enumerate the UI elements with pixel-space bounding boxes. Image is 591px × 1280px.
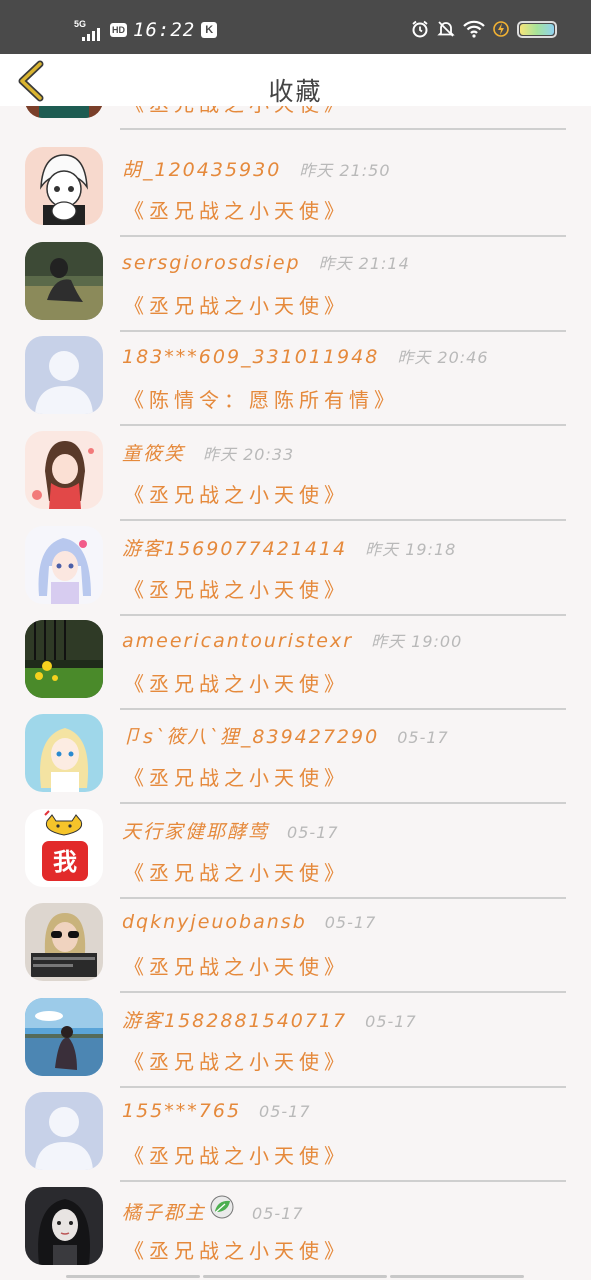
list-item[interactable]: 胡_120435930 昨天 21:50 《丞兄战之小天使》	[0, 147, 591, 241]
book-title[interactable]: 《丞兄战之小天使》	[124, 195, 349, 224]
app-header: 收藏	[0, 54, 591, 106]
divider	[120, 1180, 566, 1182]
user-name: 155***765	[122, 1100, 242, 1122]
avatar[interactable]	[25, 903, 103, 981]
favorite-time: 昨天 21:50	[299, 161, 391, 180]
favorites-list: 《丞兄战之小天使》 胡_120435930昨天 21:50 《丞兄战之小天使》 …	[0, 106, 591, 1280]
avatar[interactable]: 我	[25, 809, 103, 887]
favorite-time: 05-17	[397, 728, 449, 747]
list-item[interactable]: 183***609_331011948 昨天 20:46 《陈情令：愿陈所有情》	[0, 336, 591, 430]
book-title[interactable]: 《丞兄战之小天使》	[124, 1235, 349, 1264]
list-item[interactable]: dqknyjeuobansb 05-17 《丞兄战之小天使》	[0, 903, 591, 997]
avatar[interactable]	[25, 620, 103, 698]
list-item[interactable]: 卩s`筱八`狸_839427290 05-17 《丞兄战之小天使》	[0, 714, 591, 808]
k-badge: K	[201, 22, 218, 38]
user-name: dqknyjeuobansb	[122, 911, 307, 933]
divider	[120, 708, 566, 710]
user-name: 天行家健耶酵莺	[122, 821, 270, 843]
charging-icon	[493, 21, 509, 37]
alarm-icon	[412, 20, 428, 38]
silent-bell-icon	[437, 21, 455, 37]
favorite-time: 05-17	[259, 1102, 311, 1121]
favorite-time: 昨天 20:46	[397, 348, 489, 367]
avatar[interactable]	[25, 1092, 103, 1170]
user-name: 183***609_331011948	[122, 346, 380, 368]
status-time: 16:22	[133, 19, 196, 41]
favorite-time: 昨天 19:00	[371, 632, 463, 651]
favorite-time: 05-17	[252, 1204, 304, 1223]
user-name: 游客1569077421414	[122, 538, 348, 560]
book-title[interactable]: 《丞兄战之小天使》	[124, 574, 349, 603]
divider	[120, 802, 566, 804]
user-name: 游客1582881540717	[122, 1010, 348, 1032]
user-name: 童筱笑	[122, 443, 186, 465]
divider	[120, 519, 566, 521]
leaf-badge-icon	[210, 1195, 234, 1219]
list-item[interactable]: 155***765 05-17 《丞兄战之小天使》	[0, 1092, 591, 1186]
book-title[interactable]: 《丞兄战之小天使》	[124, 762, 349, 791]
user-name: 橘子郡主	[122, 1202, 207, 1224]
favorite-time: 昨天 20:33	[203, 445, 295, 464]
avatar[interactable]	[25, 147, 103, 225]
book-title[interactable]: 《丞兄战之小天使》	[124, 668, 349, 697]
list-item[interactable]: ameericantouristexr 昨天 19:00 《丞兄战之小天使》	[0, 620, 591, 714]
divider	[120, 1086, 566, 1088]
book-title[interactable]: 《丞兄战之小天使》	[124, 479, 349, 508]
favorite-time: 昨天 21:14	[318, 254, 410, 273]
battery-icon	[517, 20, 557, 38]
avatar[interactable]	[25, 431, 103, 509]
divider	[120, 424, 566, 426]
status-left: 5G HD 16:22 K	[74, 19, 218, 41]
divider	[120, 614, 566, 616]
divider	[120, 235, 566, 237]
user-name: ameericantouristexr	[122, 630, 354, 652]
hd-badge: HD	[110, 23, 127, 37]
user-name: 卩s`筱八`狸_839427290	[122, 726, 380, 748]
book-title[interactable]: 《陈情令：愿陈所有情》	[124, 384, 399, 413]
user-name: 胡_120435930	[122, 159, 282, 181]
list-item[interactable]: 我 天行家健耶酵莺 05-17 《丞兄战之小天使》	[0, 809, 591, 903]
favorite-time: 05-17	[365, 1012, 417, 1031]
list-item[interactable]: sersgiorosdsiep 昨天 21:14 《丞兄战之小天使》	[0, 242, 591, 336]
divider	[120, 991, 566, 993]
list-item[interactable]: 游客1569077421414 昨天 19:18 《丞兄战之小天使》	[0, 526, 591, 620]
status-bar: 5G HD 16:22 K	[0, 0, 591, 54]
book-title[interactable]: 《丞兄战之小天使》	[124, 290, 349, 319]
divider	[120, 330, 566, 332]
favorite-time: 05-17	[324, 913, 377, 932]
divider	[120, 128, 566, 130]
status-right	[411, 20, 557, 38]
book-title[interactable]: 《丞兄战之小天使》	[124, 951, 349, 980]
list-item[interactable]: 橘子郡主 05-17 《丞兄战之小天使》	[0, 1187, 591, 1280]
avatar[interactable]	[25, 998, 103, 1076]
book-title[interactable]: 《丞兄战之小天使》	[124, 857, 349, 886]
user-name: sersgiorosdsiep	[122, 252, 301, 274]
list-item[interactable]: 《丞兄战之小天使》	[0, 106, 591, 134]
book-title[interactable]: 《丞兄战之小天使》	[124, 1046, 349, 1075]
signal-icon: 5G	[74, 19, 104, 41]
divider	[120, 897, 566, 899]
avatar[interactable]	[25, 714, 103, 792]
wifi-icon	[463, 20, 485, 38]
favorite-time: 昨天 19:18	[365, 540, 457, 559]
avatar[interactable]	[25, 1187, 103, 1265]
avatar[interactable]	[25, 336, 103, 414]
avatar[interactable]	[25, 242, 103, 320]
list-item[interactable]: 游客1582881540717 05-17 《丞兄战之小天使》	[0, 998, 591, 1092]
list-item[interactable]: 童筱笑 昨天 20:33 《丞兄战之小天使》	[0, 431, 591, 525]
avatar[interactable]	[25, 526, 103, 604]
book-title[interactable]: 《丞兄战之小天使》	[124, 1140, 349, 1169]
avatar-text: 我	[53, 848, 77, 876]
favorite-time: 05-17	[287, 823, 339, 842]
bottom-scroll-hint	[66, 1275, 524, 1278]
page-title: 收藏	[268, 77, 323, 106]
